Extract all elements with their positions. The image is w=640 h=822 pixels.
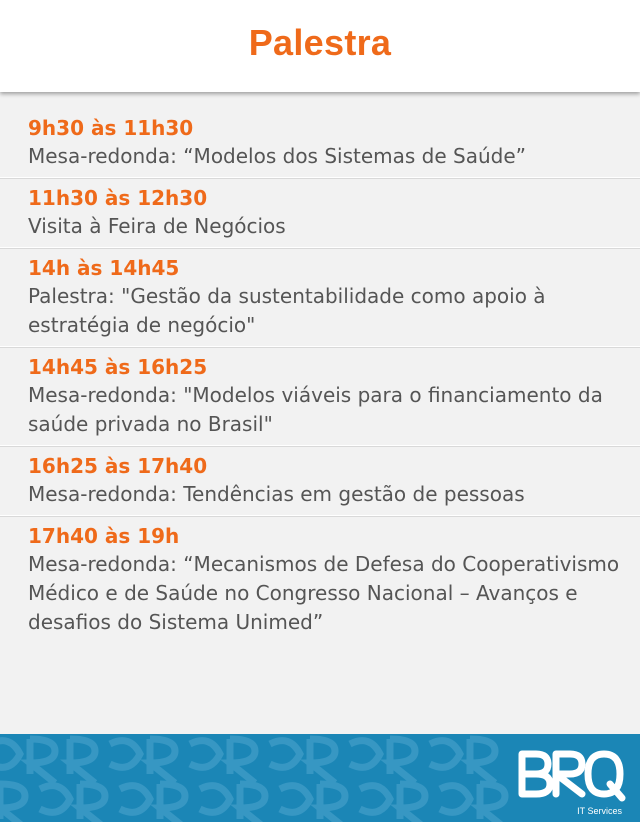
schedule-description: Mesa-redonda: “Mecanismos de Defesa do C…	[28, 552, 620, 634]
schedule-item[interactable]: 16h25 às 17h40 Mesa-redonda: Tendências …	[0, 452, 640, 516]
schedule-description: Mesa-redonda: Tendências em gestão de pe…	[28, 482, 525, 506]
schedule-item[interactable]: 14h às 14h45 Palestra: "Gestão da susten…	[0, 254, 640, 347]
schedule-content: 9h30 às 11h30 Mesa-redonda: “Modelos dos…	[0, 96, 640, 734]
logo-subtext: IT Services	[577, 806, 622, 816]
schedule-list: 9h30 às 11h30 Mesa-redonda: “Modelos dos…	[0, 96, 640, 643]
header-bar: Palestra	[0, 0, 640, 92]
schedule-time: 9h30 às 11h30	[28, 116, 194, 140]
schedule-time: 16h25 às 17h40	[28, 454, 208, 478]
schedule-item[interactable]: 14h45 às 16h25 Mesa-redonda: "Modelos vi…	[0, 353, 640, 446]
schedule-description: Mesa-redonda: “Modelos dos Sistemas de S…	[28, 144, 527, 168]
footer-banner: IT Services	[0, 734, 640, 822]
schedule-time: 14h45 às 16h25	[28, 355, 208, 379]
schedule-time: 11h30 às 12h30	[28, 186, 208, 210]
schedule-item[interactable]: 11h30 às 12h30 Visita à Feira de Negócio…	[0, 184, 640, 248]
page-title: Palestra	[248, 22, 392, 63]
schedule-time: 17h40 às 19h	[28, 524, 180, 548]
schedule-item[interactable]: 9h30 às 11h30 Mesa-redonda: “Modelos dos…	[0, 114, 640, 178]
schedule-item[interactable]: 17h40 às 19h Mesa-redonda: “Mecanismos d…	[0, 522, 640, 643]
schedule-description: Visita à Feira de Negócios	[28, 214, 286, 238]
schedule-description: Palestra: "Gestão da sustentabilidade co…	[28, 284, 546, 337]
schedule-time: 14h às 14h45	[28, 256, 180, 280]
schedule-description: Mesa-redonda: "Modelos viáveis para o fi…	[28, 383, 603, 436]
